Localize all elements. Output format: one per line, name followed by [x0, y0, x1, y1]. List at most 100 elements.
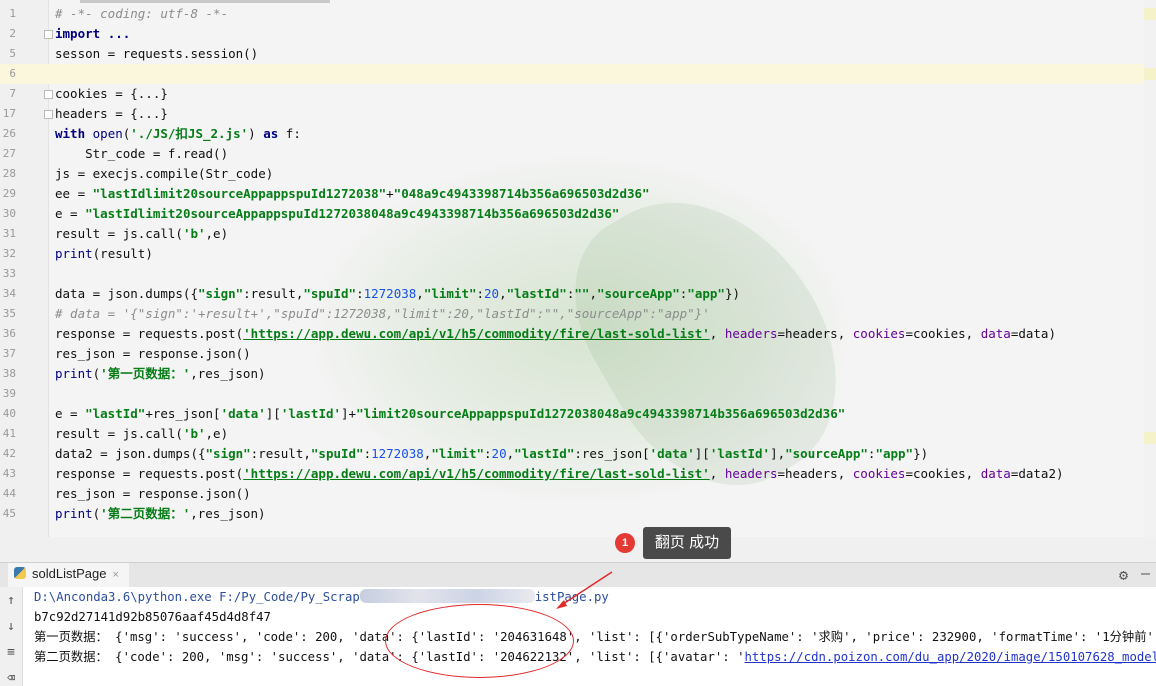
redacted-path [359, 589, 535, 603]
line-number: 41 [2, 427, 16, 440]
console-toolbar: ↑ ↓ ≡ ⌫ [0, 587, 23, 686]
line-number: 42 [2, 447, 16, 460]
code-line[interactable]: 28 js = execjs.compile(Str_code) [0, 164, 1156, 184]
python-icon [14, 567, 26, 579]
line-number: 29 [2, 187, 16, 200]
code-line[interactable]: 27 Str_code = f.read() [0, 144, 1156, 164]
console-avatar-link[interactable]: https://cdn.poizon.com/du_app/2020/image… [744, 650, 1156, 664]
console-sign-line: b7c92d27141d92b85076aaf45d4d8f47 [34, 610, 271, 624]
code-text: result = js.call('b',e) [55, 226, 229, 241]
fold-toggle-icon[interactable] [44, 30, 53, 39]
code-line[interactable]: 45 print('第二页数据：',res_json) [0, 504, 1156, 524]
line-number: 35 [2, 307, 16, 320]
code-line[interactable]: 17 headers = {...} [0, 104, 1156, 124]
console-page2-line: 第二页数据： {'code': 200, 'msg': 'success', '… [34, 647, 1156, 667]
line-number: 45 [2, 507, 16, 520]
code-line[interactable]: 31 result = js.call('b',e) [0, 224, 1156, 244]
annotation-arrow [556, 571, 613, 609]
code-line[interactable]: 7 cookies = {...} [0, 84, 1156, 104]
code-text: response = requests.post('https://app.de… [55, 326, 1056, 341]
line-number: 30 [2, 207, 16, 220]
code-line[interactable]: 35 # data = '{"sign":'+result+',"spuId":1… [0, 304, 1156, 324]
code-text: print(result) [55, 246, 153, 261]
code-line[interactable]: 42 data2 = json.dumps({"sign":result,"spu… [0, 444, 1156, 464]
minimize-icon[interactable]: — [1141, 564, 1150, 582]
code-line[interactable]: 39 [0, 384, 1156, 404]
code-text: print('第一页数据：',res_json) [55, 366, 266, 381]
code-line[interactable]: 33 [0, 264, 1156, 284]
scroll-marker [1144, 8, 1156, 20]
code-text: headers = {...} [55, 106, 168, 121]
console-command-prefix: D:\Anconda3.6\python.exe F:/Py_Code/Py_S… [34, 590, 360, 604]
code-line[interactable]: 34 data = json.dumps({"sign":result,"spuI… [0, 284, 1156, 304]
code-line[interactable]: 41 result = js.call('b',e) [0, 424, 1156, 444]
line-number: 27 [2, 147, 16, 160]
run-tab-label: soldListPage [32, 566, 107, 581]
line-number: 5 [9, 47, 16, 60]
line-number: 39 [2, 387, 16, 400]
code-text: result = js.call('b',e) [55, 426, 229, 441]
gear-icon[interactable]: ⚙ [1119, 566, 1128, 584]
up-arrow-icon[interactable]: ↑ [4, 593, 18, 608]
line-number: 26 [2, 127, 16, 140]
line-number: 2 [9, 27, 16, 40]
code-line[interactable]: 5 sesson = requests.session() [0, 44, 1156, 64]
code-text: response = requests.post('https://app.de… [55, 466, 1064, 481]
code-text: e = "lastIdlimit20sourceAppappspuId12720… [55, 206, 620, 221]
code-line[interactable]: 37 res_json = response.json() [0, 344, 1156, 364]
code-line[interactable]: 38 print('第一页数据：',res_json) [0, 364, 1156, 384]
fold-toggle-icon[interactable] [44, 90, 53, 99]
code-text: sesson = requests.session() [55, 46, 259, 61]
code-text: data2 = json.dumps({"sign":result,"spuId… [55, 446, 929, 461]
line-number: 17 [2, 107, 16, 120]
code-text: print('第二页数据：',res_json) [55, 506, 266, 521]
wrap-icon[interactable]: ≡ [4, 645, 18, 660]
line-number: 43 [2, 467, 16, 480]
code-text: ee = "lastIdlimit20sourceAppappspuId1272… [55, 186, 650, 201]
scroll-marker [1144, 432, 1156, 444]
console-command-line: D:\Anconda3.6\python.exe F:/Py_Code/Py_S… [34, 587, 609, 607]
line-number: 33 [2, 267, 16, 280]
line-number: 38 [2, 367, 16, 380]
line-number: 6 [9, 67, 16, 80]
line-number: 36 [2, 327, 16, 340]
down-arrow-icon[interactable]: ↓ [4, 619, 18, 634]
code-line[interactable]: 44 res_json = response.json() [0, 484, 1156, 504]
code-editor[interactable]: 1 # -*- coding: utf-8 -*- 2 import ... 5 sess… [0, 0, 1156, 537]
code-text: data = json.dumps({"sign":result,"spuId"… [55, 286, 740, 301]
code-text: import ... [55, 26, 131, 41]
close-icon[interactable]: × [112, 569, 118, 581]
run-tab-soldlistpage[interactable]: soldListPage × [8, 563, 129, 589]
code-text: res_json = response.json() [55, 346, 251, 361]
code-line[interactable]: 43 response = requests.post('https://app.… [0, 464, 1156, 484]
code-text: res_json = response.json() [55, 486, 251, 501]
line-number: 40 [2, 407, 16, 420]
line-number: 1 [9, 7, 16, 20]
code-line[interactable]: 32 print(result) [0, 244, 1156, 264]
code-text: Str_code = f.read() [55, 146, 229, 161]
clear-icon[interactable]: ⌫ [4, 671, 18, 686]
code-text: e = "lastId"+res_json['data']['lastId']+… [55, 406, 846, 421]
code-line[interactable]: 6 [0, 64, 1156, 84]
code-line[interactable]: 1 # -*- coding: utf-8 -*- [0, 4, 1156, 24]
code-line[interactable]: 2 import ... [0, 24, 1156, 44]
code-line[interactable]: 30 e = "lastIdlimit20sourceAppappspuId127… [0, 204, 1156, 224]
editor-scrollbar[interactable] [1144, 0, 1156, 537]
code-text: # data = '{"sign":'+result+',"spuId":127… [55, 306, 710, 321]
line-number: 32 [2, 247, 16, 260]
code-line[interactable]: 29 ee = "lastIdlimit20sourceAppappspuId12… [0, 184, 1156, 204]
line-number: 31 [2, 227, 16, 240]
code-text: with open('./JS/扣JS_2.js') as f: [55, 126, 301, 141]
fold-toggle-icon[interactable] [44, 110, 53, 119]
line-number: 7 [9, 87, 16, 100]
line-number: 28 [2, 167, 16, 180]
line-number: 37 [2, 347, 16, 360]
code-line[interactable]: 40 e = "lastId"+res_json['data']['lastId'… [0, 404, 1156, 424]
code-text: # -*- coding: utf-8 -*- [55, 6, 229, 21]
line-number: 34 [2, 287, 16, 300]
line-number: 44 [2, 487, 16, 500]
code-text: cookies = {...} [55, 86, 168, 101]
code-line[interactable]: 36 response = requests.post('https://app.… [0, 324, 1156, 344]
code-line[interactable]: 26 with open('./JS/扣JS_2.js') as f: [0, 124, 1156, 144]
console-page1-line: 第一页数据： {'msg': 'success', 'code': 200, '… [34, 630, 1156, 644]
